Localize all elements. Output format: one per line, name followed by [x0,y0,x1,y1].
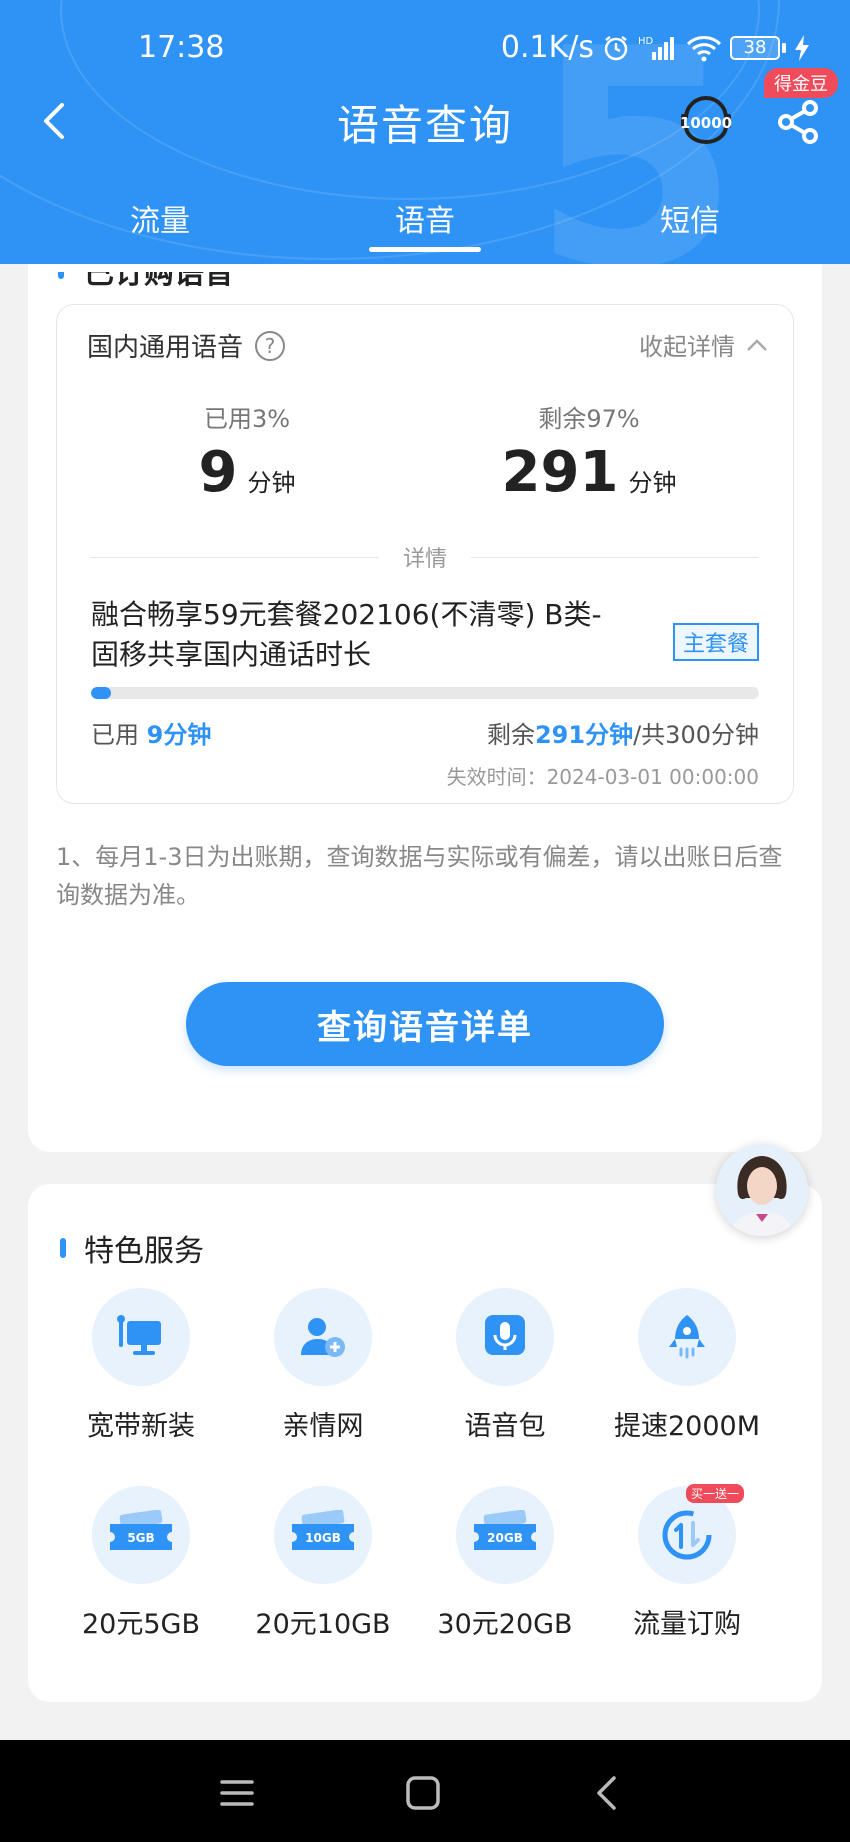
remain-value: 291 [501,440,619,505]
back-icon [597,1776,616,1810]
collapse-label: 收起详情 [639,333,735,361]
status-time: 17:38 [138,30,225,65]
help-icon[interactable]: ? [255,330,286,361]
service-label: 流量订购 [633,1609,741,1640]
status-bar: 17:38 0.1K/s HD 38 [0,0,850,96]
service-20gb-pack[interactable]: 20GB 30元20GB [414,1486,596,1641]
service-speedup[interactable]: 提速2000M [596,1288,778,1443]
service-broadband[interactable]: 宽带新装 [50,1288,232,1443]
section-bar [58,272,64,279]
voice-card-title: 国内通用语音 [87,333,244,363]
remain-minutes-row: 剩余291分钟/共300分钟 [487,715,759,750]
home-icon [406,1776,440,1810]
service-label: 20元10GB [255,1609,391,1640]
usage-progress-fill [91,687,112,699]
microphone-icon [456,1288,554,1386]
detail-label: 详情 [403,547,448,572]
home-button[interactable] [398,1768,448,1818]
used-prefix: 已用 [91,721,147,749]
signal-icon: HD [638,34,678,62]
remain-unit: 分钟 [628,469,677,497]
remain-amount: 291分钟 [534,721,634,749]
package-name: 融合畅享59元套餐202106(不清零) B类-固移共享国内通话时长 [91,598,602,671]
charging-icon [794,34,810,61]
query-voice-details-button[interactable]: 查询语音详单 [186,982,664,1066]
service-voice-pack[interactable]: 语音包 [414,1288,596,1443]
top-bar: 语音查询 10000 [0,84,850,154]
used-amount: 9分钟 [146,721,212,749]
voice-main-card: 已订购语音 国内通用语音 ? 收起详情 已用3% 9 分钟 剩余97% 291 … [28,264,822,1152]
service-label: 语音包 [464,1411,546,1442]
signal-hd-label: HD [638,36,654,47]
tab-data[interactable]: 流量 [60,196,260,240]
ticket-icon: 10GB [274,1486,372,1584]
share-icon [778,100,818,144]
service-label: 亲情网 [282,1411,364,1442]
battery-icon: 38 [730,35,786,60]
broadband-icon [92,1288,190,1386]
assistant-avatar[interactable] [716,1144,808,1236]
tab-voice[interactable]: 语音 [325,196,525,252]
menu-icon [220,1780,254,1806]
alarm-icon [602,34,630,62]
used-unit: 分钟 [247,469,296,497]
status-right: 0.1K/s HD 38 [501,30,810,65]
coin-badge[interactable]: 得金豆 [764,68,838,98]
remain-percent-label: 剩余97% [538,405,640,433]
section-bar [60,1238,66,1258]
data-order-icon: 买一送一 [638,1484,744,1584]
share-button[interactable] [772,96,824,148]
service-label: 30元20GB [437,1609,573,1640]
usage-progress-bar [91,687,759,699]
ticket-icon: 5GB [92,1486,190,1584]
used-stat: 已用3% 9 分钟 [97,399,397,505]
used-value-row: 9 分钟 [199,440,296,505]
used-value: 9 [198,440,238,505]
total-suffix: /共300分钟 [633,721,759,749]
ticket-label: 20GB [487,1531,523,1545]
network-speed: 0.1K/s [500,30,594,65]
feature-services-card: 特色服务 宽带新装 亲情网 语音包 提速2000M 5GB 20元5GB 10G… [28,1184,822,1702]
system-nav-bar [0,1740,850,1842]
remain-stat: 剩余97% 291 分钟 [439,399,739,505]
ticket-label: 5GB [127,1531,154,1545]
detail-divider: 详情 [91,541,760,573]
add-user-icon [274,1288,372,1386]
menu-button[interactable] [212,1768,262,1818]
battery-level: 38 [730,35,780,60]
voice-card-header: 国内通用语音 ? [87,327,286,364]
hotline-10000-button[interactable]: 10000 [678,96,734,144]
remain-prefix: 剩余 [486,721,535,749]
service-label: 20元5GB [82,1609,200,1640]
service-family-network[interactable]: 亲情网 [232,1288,414,1443]
service-5gb-pack[interactable]: 5GB 20元5GB [50,1486,232,1641]
chevron-up-icon [747,338,767,351]
wifi-icon [686,34,722,62]
10000-hotline-icon: 10000 [680,96,732,144]
svg-text:10000: 10000 [680,114,732,132]
expire-time: 失效时间：2024-03-01 00:00:00 [446,765,759,789]
service-label: 宽带新装 [87,1411,195,1442]
remain-value-row: 291 分钟 [502,440,677,505]
promo-badge: 买一送一 [685,1484,744,1503]
header: 5 17:38 0.1K/s HD 38 语音查询 10000 得金豆 流量 语… [0,0,850,264]
tab-sms[interactable]: 短信 [590,196,790,240]
ticket-icon: 20GB [456,1486,554,1584]
service-label: 提速2000M [613,1411,760,1442]
ticket-label: 10GB [305,1531,341,1545]
service-10gb-pack[interactable]: 10GB 20元10GB [232,1486,414,1641]
feature-section-title: 特色服务 [84,1234,204,1269]
used-percent-label: 已用3% [203,405,291,433]
assistant-portrait-icon [716,1144,808,1236]
back-nav-button[interactable] [582,1768,632,1818]
rocket-icon [638,1288,736,1386]
voice-package-card: 国内通用语音 ? 收起详情 已用3% 9 分钟 剩余97% 291 分钟 详情 [56,304,794,804]
main-package-tag: 主套餐 [672,623,759,661]
billing-note: 1、每月1-3日为出账期，查询数据与实际或有偏差，请以出账日后查询数据为准。 [56,843,783,909]
service-data-order[interactable]: 买一送一 流量订购 [596,1484,778,1641]
tab-bar: 流量 语音 短信 [0,196,850,256]
feature-section-header: 特色服务 [60,1226,204,1270]
collapse-details-button[interactable]: 收起详情 [639,327,769,362]
used-minutes-row: 已用 9分钟 [91,715,211,750]
